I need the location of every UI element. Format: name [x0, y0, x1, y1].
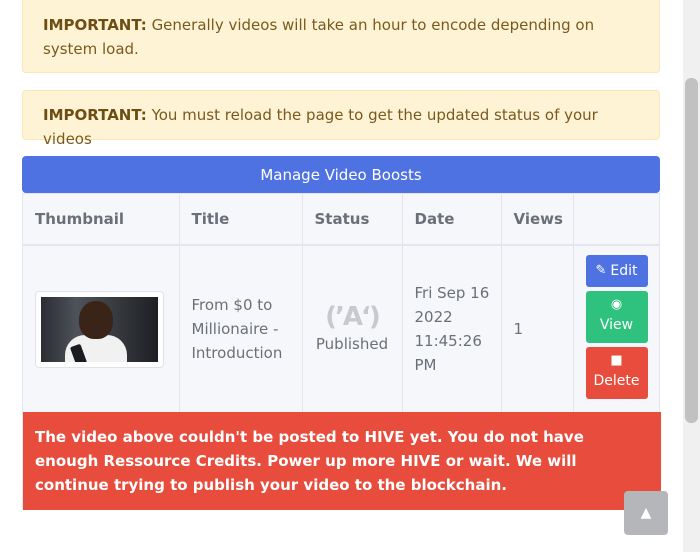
status-cell: (’A‘) Published — [302, 245, 403, 412]
delete-button[interactable]: ■ Delete — [585, 347, 648, 399]
alert-label: IMPORTANT: — [43, 16, 147, 34]
video-title: From $0 to Millionaire - Introduction — [179, 245, 303, 412]
alert-encode-time: IMPORTANT: Generally videos will take an… — [22, 0, 660, 73]
eye-icon: ◉ — [610, 297, 623, 312]
thumbnail-image — [41, 296, 158, 362]
page-content: IMPORTANT: Generally videos will take an… — [0, 0, 683, 552]
trash-icon: ■ — [610, 353, 623, 368]
alert-label: IMPORTANT: — [43, 106, 147, 124]
video-date: Fri Sep 16 2022 11:45:26 PM — [402, 245, 502, 412]
manage-video-boosts-button[interactable]: Manage Video Boosts — [22, 156, 660, 193]
col-status: Status — [302, 194, 403, 246]
col-date: Date — [402, 194, 502, 246]
status-text: Published — [315, 335, 389, 353]
view-button[interactable]: ◉ View — [585, 291, 648, 343]
pencil-icon: ✎ — [595, 263, 607, 278]
scroll-to-top-button[interactable]: ▲ — [624, 491, 668, 535]
scrollbar-thumb[interactable] — [685, 78, 698, 423]
thumbnail-cell — [23, 245, 180, 412]
table-header-row: Thumbnail Title Status Date Views — [23, 194, 659, 246]
videos-table: Thumbnail Title Status Date Views From $… — [22, 193, 661, 510]
edit-label: Edit — [610, 263, 638, 279]
alert-reload: IMPORTANT: You must reload the page to g… — [22, 90, 660, 148]
video-views: 1 — [501, 245, 574, 412]
page-scrollbar[interactable] — [683, 0, 700, 552]
col-views: Views — [501, 194, 574, 246]
delete-label: Delete — [593, 373, 640, 389]
view-label: View — [599, 317, 634, 333]
error-message: The video above couldn't be posted to HI… — [23, 412, 661, 510]
col-thumbnail: Thumbnail — [23, 194, 180, 246]
col-title: Title — [179, 194, 303, 246]
col-actions — [573, 194, 659, 246]
broadcast-icon: (’A‘) — [325, 302, 381, 332]
edit-button[interactable]: ✎ Edit — [585, 255, 648, 287]
video-thumbnail[interactable] — [35, 290, 164, 368]
table-row: From $0 to Millionaire - Introduction (’… — [23, 245, 659, 412]
chevron-up-icon: ▲ — [640, 505, 652, 521]
actions-cell: ✎ Edit ◉ View ■ Delete — [573, 245, 659, 412]
